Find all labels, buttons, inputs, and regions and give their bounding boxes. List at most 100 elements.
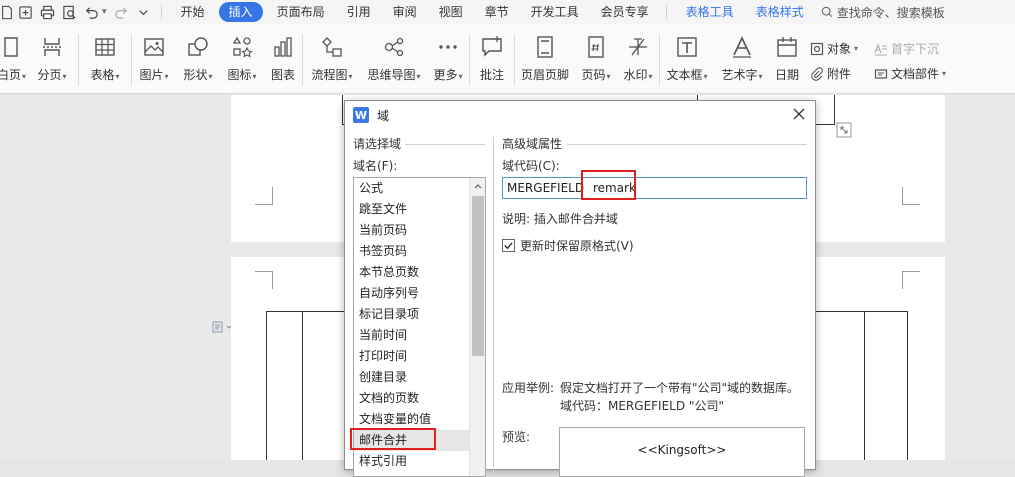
list-item[interactable]: 当前时间 (354, 325, 470, 346)
list-item[interactable]: 跳至文件 (354, 199, 470, 220)
page-nav-icon[interactable] (212, 321, 234, 336)
icon-library-icon (229, 34, 255, 60)
dropcap-button[interactable]: 首字下沉 (874, 40, 958, 57)
redo-icon[interactable] (111, 1, 133, 23)
table-resize-handle-icon[interactable] (836, 122, 852, 138)
menu-start[interactable]: 开始 (170, 0, 216, 24)
checkbox-checked-icon[interactable] (502, 239, 515, 252)
list-item[interactable]: 本节总页数 (354, 262, 470, 283)
undo-icon[interactable] (80, 1, 102, 23)
list-item[interactable]: 打印时间 (354, 346, 470, 367)
mindmap-button[interactable]: 思维导图▾ (361, 24, 427, 94)
doc-part-button[interactable]: 文档部件 ▾ (874, 65, 958, 82)
list-item[interactable]: 样式引用 (354, 451, 470, 472)
doc-part-icon (874, 68, 888, 79)
icons-button[interactable]: 图标▾ (220, 24, 264, 94)
dropdown-icon: ▾ (62, 72, 67, 81)
separator (160, 5, 162, 19)
date-label: 日期 (774, 68, 799, 82)
dropdown-icon: ▾ (648, 72, 653, 81)
scrollbar-thumb[interactable] (472, 196, 484, 356)
header-footer-label: 页眉页脚 (520, 68, 569, 82)
list-item[interactable]: 文档的页数 (354, 388, 470, 409)
dialog-titlebar[interactable]: W 域 (345, 101, 815, 129)
list-item[interactable]: 当前页码 (354, 220, 470, 241)
scroll-up-icon[interactable] (470, 178, 485, 194)
list-item[interactable]: 公式 (354, 178, 470, 199)
insert-small-group-2: 首字下沉 文档部件 ▾ (874, 24, 958, 94)
date-button[interactable]: 日期 (770, 24, 804, 94)
shape-button[interactable]: 形状▾ (176, 24, 220, 94)
dialog-title: 域 (377, 108, 390, 123)
menu-references[interactable]: 引用 (336, 0, 382, 24)
left-group-title: 请选择域 (353, 137, 402, 151)
menu-member[interactable]: 会员专享 (590, 0, 660, 24)
page-number-button[interactable]: 页码▾ (575, 24, 617, 94)
object-button[interactable]: 对象 ▾ (810, 40, 874, 57)
chart-icon (270, 34, 296, 60)
group-divider (493, 137, 494, 477)
keep-format-checkbox[interactable]: 更新时保留原格式(V) (502, 237, 634, 254)
table-label: 表格 (90, 68, 115, 82)
command-search-label: 查找命令、搜索模板 (836, 5, 945, 20)
dropdown-icon: ▾ (348, 72, 353, 81)
search-icon (821, 6, 832, 18)
watermark-label: 水印 (623, 68, 648, 82)
chart-label: 图表 (270, 68, 295, 82)
menu-developer[interactable]: 开发工具 (520, 0, 590, 24)
list-item[interactable]: 标记目录项 (354, 304, 470, 325)
margin-corner-mark (902, 187, 920, 205)
page-break-label: 分页 (37, 68, 62, 82)
menu-table-style[interactable]: 表格样式 (745, 0, 815, 24)
dropdown-icon: ▾ (115, 72, 120, 81)
menu-insert[interactable]: 插入 (218, 2, 263, 22)
wps-writer-logo-icon: W (353, 107, 369, 123)
field-list-scrollbar[interactable] (469, 178, 485, 476)
example-line-1: 假定文档打开了一个带有"公司"域的数据库。 (560, 381, 800, 395)
field-code-input[interactable]: MERGEFIELD remark (502, 177, 807, 199)
list-item[interactable]: 创建目录 (354, 367, 470, 388)
customize-chevron-icon[interactable] (133, 1, 155, 23)
menu-view[interactable]: 视图 (428, 0, 474, 24)
print-icon[interactable] (36, 1, 58, 23)
command-search[interactable]: 查找命令、搜索模板 (815, 4, 951, 21)
example-line-2: 域代码：MERGEFIELD "公司" (560, 399, 724, 413)
textbox-button[interactable]: 文本框▾ (660, 24, 714, 94)
shape-icon (185, 34, 211, 60)
menu-table-tools[interactable]: 表格工具 (675, 0, 745, 24)
mindmap-icon (381, 34, 407, 60)
document-icon[interactable] (0, 1, 14, 23)
chart-button[interactable]: 图表 (264, 24, 302, 94)
watermark-button[interactable]: 水印▾ (617, 24, 659, 94)
wordart-icon (729, 34, 755, 60)
comment-button[interactable]: 批注 (470, 24, 514, 94)
wordart-button[interactable]: 艺术字▾ (714, 24, 770, 94)
keep-format-label: 更新时保留原格式(V) (520, 239, 634, 253)
blank-page-button[interactable]: 白页▾ (0, 24, 26, 94)
group-divider (405, 144, 485, 145)
dropdown-icon: ▾ (703, 72, 708, 81)
textbox-icon (674, 34, 700, 60)
undo-dropdown-icon[interactable]: ▾ (102, 7, 107, 17)
menu-review[interactable]: 审阅 (382, 0, 428, 24)
page-break-button[interactable]: 分页▾ (26, 24, 78, 94)
more-button[interactable]: 更多▾ (427, 24, 469, 94)
group-divider (567, 144, 807, 145)
list-item[interactable]: 自动序列号 (354, 283, 470, 304)
field-code-label: 域代码(C): (502, 159, 560, 173)
close-icon[interactable] (791, 106, 807, 122)
dropdown-icon: ▾ (758, 72, 763, 81)
attachment-button[interactable]: 附件 (810, 65, 874, 82)
list-item[interactable]: 书签页码 (354, 241, 470, 262)
print-preview-icon[interactable] (58, 1, 80, 23)
flowchart-button[interactable]: 流程图▾ (303, 24, 361, 94)
list-item[interactable]: 文档变量的值 (354, 409, 470, 430)
header-footer-button[interactable]: 页眉页脚 (515, 24, 575, 94)
picture-button[interactable]: 图片▾ (132, 24, 176, 94)
insert-small-group-1: 对象 ▾ 附件 (810, 24, 874, 94)
menu-section[interactable]: 章节 (474, 0, 520, 24)
table-button[interactable]: 表格▾ (79, 24, 131, 94)
menu-page-layout[interactable]: 页面布局 (266, 0, 336, 24)
field-name-label: 域名(F): (353, 159, 398, 173)
export-icon[interactable] (14, 1, 36, 23)
